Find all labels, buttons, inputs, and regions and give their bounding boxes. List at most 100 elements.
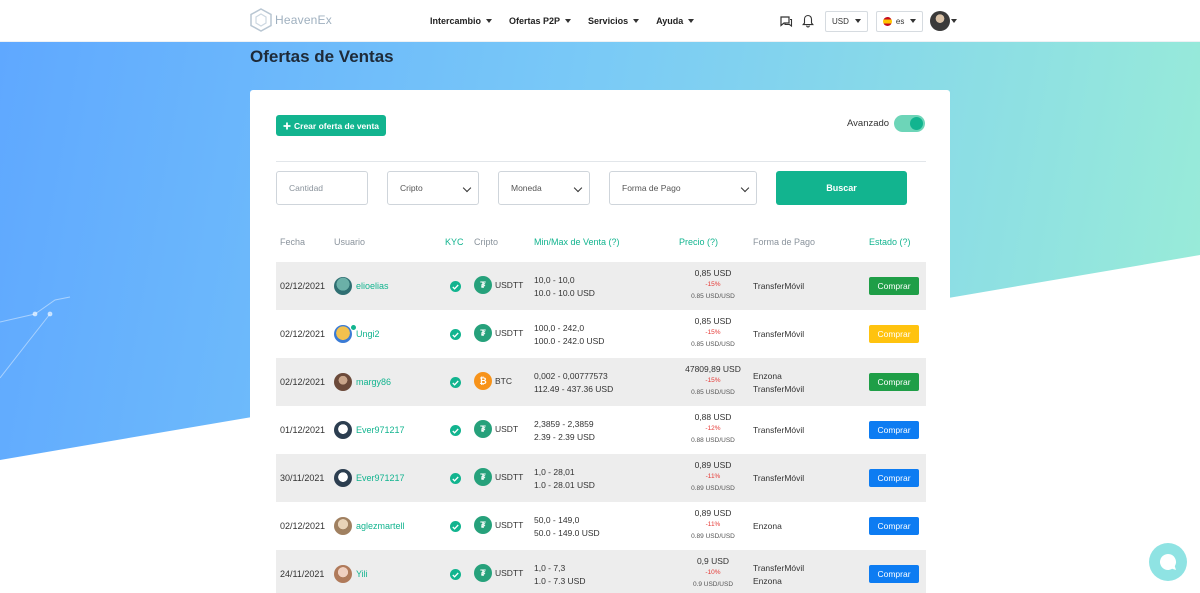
user-avatar[interactable] (334, 565, 352, 583)
nav-ayuda[interactable]: Ayuda (656, 16, 695, 26)
offer-date: 02/12/2021 (280, 521, 326, 531)
crypto-name: USDT (495, 424, 519, 434)
payment-method-select[interactable]: Forma de Pago (609, 171, 757, 205)
header-user[interactable]: Usuario (334, 237, 365, 247)
offer-date: 02/12/2021 (280, 377, 326, 387)
range-usd: 112.49 - 437.36 USD (534, 384, 614, 394)
offer-price: 0,89 USD -11% 0.89 USD/USD (676, 459, 750, 495)
offer-date: 02/12/2021 (280, 281, 326, 291)
user-avatar[interactable] (334, 324, 357, 343)
buy-button[interactable]: Comprar (869, 469, 919, 487)
nav-servicios[interactable]: Servicios (588, 16, 640, 26)
bell-icon[interactable] (800, 13, 816, 29)
header-crypto[interactable]: Cripto (474, 237, 498, 247)
user-name-link[interactable]: margy86 (356, 377, 391, 387)
currency-filter-select[interactable]: Moneda (498, 171, 590, 205)
offer-user[interactable]: Yili (334, 565, 368, 583)
header-price[interactable]: Precio (?) (679, 237, 718, 247)
buy-button[interactable]: Comprar (869, 421, 919, 439)
buy-button[interactable]: Comprar (869, 277, 919, 295)
crypto-name: BTC (495, 376, 512, 386)
chevron-down-icon (740, 183, 750, 193)
offer-min-max: 10,0 - 10,0 10.0 - 10.0 USD (534, 274, 595, 300)
chevron-down-icon (633, 19, 640, 23)
nav-ayuda-label: Ayuda (656, 16, 684, 26)
offer-price: 0,9 USD -10% 0.9 USD/USD (676, 555, 750, 591)
price-value: 47809,89 USD (685, 364, 741, 374)
offer-price: 0,85 USD -15% 0.85 USD/USD (676, 315, 750, 351)
create-sale-offer-button[interactable]: Crear oferta de venta (276, 115, 387, 136)
range-usd: 2.39 - 2.39 USD (534, 432, 595, 442)
chevron-down-icon (486, 19, 493, 23)
nav-ofertas-p2p[interactable]: Ofertas P2P (509, 16, 572, 26)
user-name-link[interactable]: Ungi2 (356, 329, 380, 339)
offer-crypto: ₮ USDTT (474, 468, 523, 486)
tether-icon: ₮ (474, 564, 492, 582)
buy-button[interactable]: Comprar (869, 517, 919, 535)
kyc-verified-icon (450, 329, 461, 340)
header-status[interactable]: Estado (?) (869, 237, 911, 247)
tether-icon: ₮ (474, 324, 492, 342)
crypto-select-value: Cripto (400, 183, 423, 193)
tether-icon: ₮ (474, 420, 492, 438)
user-avatar[interactable] (930, 11, 951, 31)
offer-date: 24/11/2021 (280, 569, 325, 579)
offer-user[interactable]: aglezmartell (334, 517, 405, 535)
chat-bubble-button[interactable] (1149, 543, 1187, 581)
user-name-link[interactable]: Ever971217 (356, 425, 405, 435)
offer-min-max: 0,002 - 0,00777573 112.49 - 437.36 USD (534, 370, 613, 396)
table-row: 30/11/2021 Ever971217 ₮ USDTT 1,0 - 28,01 1.0… (276, 454, 926, 502)
header-date[interactable]: Fecha (280, 237, 305, 247)
chat-icon[interactable] (778, 13, 794, 29)
price-discount: -11% (705, 521, 721, 528)
offer-payment: Enzona (753, 520, 853, 533)
advanced-toggle[interactable] (894, 115, 925, 132)
user-name-link[interactable]: aglezmartell (356, 521, 405, 531)
search-button[interactable]: Buscar (776, 171, 907, 205)
price-rate: 0.88 USD/USD (691, 437, 735, 444)
kyc-verified-icon (450, 473, 461, 484)
user-avatar[interactable] (334, 421, 352, 439)
offer-user[interactable]: Ever971217 (334, 469, 405, 487)
amount-input[interactable]: Cantidad (276, 171, 368, 205)
brand-logo[interactable]: HeavenEx (250, 8, 332, 32)
language-select[interactable]: es (875, 10, 924, 32)
range-crypto: 10,0 - 10,0 (534, 275, 575, 285)
offer-user[interactable]: Ungi2 (334, 324, 380, 343)
kyc-verified-icon (450, 521, 461, 532)
price-rate: 0.89 USD/USD (691, 485, 735, 492)
buy-button[interactable]: Comprar (869, 373, 919, 391)
buy-button[interactable]: Comprar (869, 325, 919, 343)
chat-bubble-icon (1159, 554, 1176, 570)
chevron-down-icon[interactable] (951, 19, 958, 23)
nav-intercambio[interactable]: Intercambio (430, 16, 493, 26)
range-crypto: 1,0 - 7,3 (534, 563, 566, 573)
crypto-select[interactable]: Cripto (387, 171, 479, 205)
header-payment[interactable]: Forma de Pago (753, 237, 815, 247)
offer-user[interactable]: Ever971217 (334, 421, 405, 439)
price-value: 0,9 USD (696, 556, 730, 566)
user-avatar[interactable] (334, 469, 352, 487)
chevron-down-icon (854, 19, 861, 23)
user-avatar[interactable] (334, 373, 352, 391)
price-value: 0,89 USD (694, 460, 732, 470)
nav-actions: USD es (778, 0, 958, 42)
range-crypto: 0,002 - 0,00777573 (534, 371, 608, 381)
user-avatar[interactable] (334, 517, 352, 535)
tether-icon: ₮ (474, 276, 492, 294)
user-avatar[interactable] (334, 277, 352, 295)
crypto-name: USDTT (495, 280, 524, 290)
currency-select[interactable]: USD (825, 10, 868, 32)
payment-method-value: Forma de Pago (622, 183, 681, 193)
currency-value: USD (832, 16, 849, 26)
offer-user[interactable]: margy86 (334, 373, 391, 391)
user-name-link[interactable]: Yili (356, 569, 368, 579)
user-name-link[interactable]: Ever971217 (356, 473, 405, 483)
header-kyc[interactable]: KYC (445, 237, 464, 247)
buy-button[interactable]: Comprar (869, 565, 919, 583)
offer-min-max: 50,0 - 149,0 50.0 - 149.0 USD (534, 514, 600, 540)
price-rate: 0.85 USD/USD (691, 341, 735, 348)
user-name-link[interactable]: elioelias (356, 281, 389, 291)
header-min-max[interactable]: Min/Max de Venta (?) (534, 237, 620, 247)
offer-user[interactable]: elioelias (334, 277, 389, 295)
